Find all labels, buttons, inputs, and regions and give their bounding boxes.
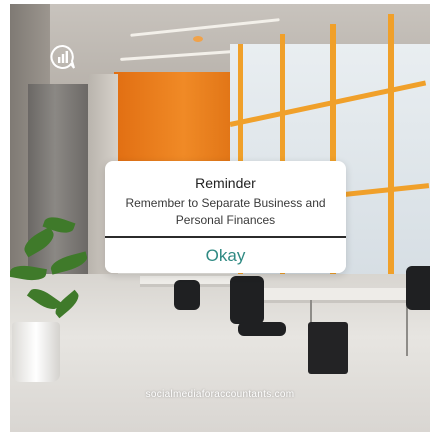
ceiling-spot bbox=[193, 36, 203, 42]
office-chair bbox=[174, 280, 200, 310]
chart-bubble-icon bbox=[50, 44, 75, 69]
dialog-title: Reminder bbox=[195, 175, 256, 191]
office-chair bbox=[406, 266, 430, 310]
plant-pot bbox=[12, 322, 60, 382]
dialog-message: Remember to Separate Business and Person… bbox=[125, 196, 326, 227]
office-chair-seat bbox=[238, 322, 286, 336]
desk bbox=[246, 288, 420, 303]
website-watermark: socialmediaforaccountants.com bbox=[145, 389, 295, 400]
window-mullion bbox=[388, 14, 394, 294]
okay-button[interactable]: Okay bbox=[105, 238, 346, 273]
waste-bin bbox=[308, 322, 348, 374]
office-chair bbox=[230, 276, 264, 324]
reminder-dialog: Reminder Remember to Separate Business a… bbox=[105, 161, 346, 273]
